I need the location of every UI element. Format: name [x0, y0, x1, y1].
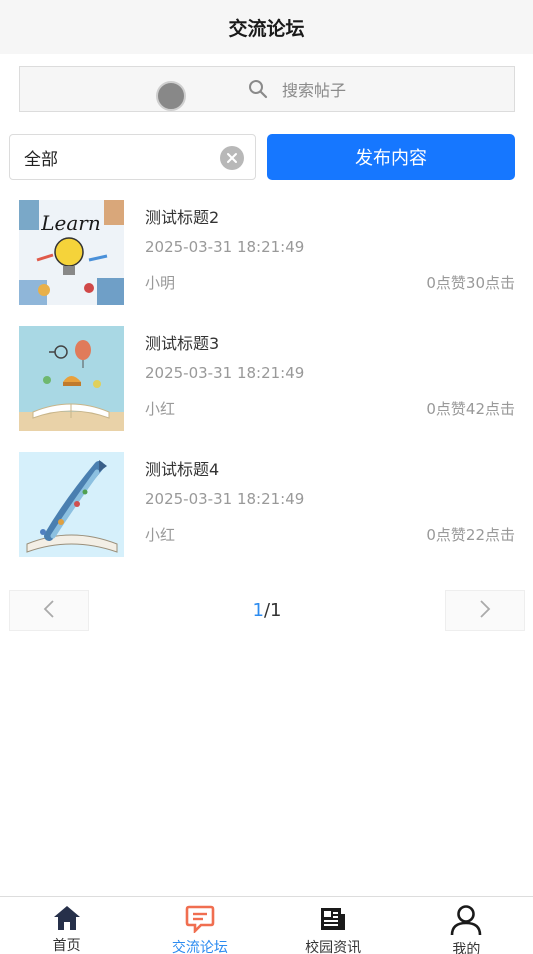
post-time: 2025-03-31 18:21:49: [145, 364, 305, 382]
post-stats: 0点赞30点击: [426, 274, 515, 292]
post-thumbnail-book-rocket[interactable]: [19, 452, 124, 557]
search-placeholder: 搜索帖子: [281, 81, 346, 100]
tab-profile[interactable]: 我的: [400, 897, 533, 954]
post-thumbnail-learn[interactable]: Learn: [19, 200, 124, 305]
filter-row: 全部 发布内容: [9, 134, 515, 180]
current-page: 1: [252, 600, 264, 621]
tab-home[interactable]: 首页: [0, 897, 133, 954]
post-stats: 0点赞22点击: [426, 526, 515, 544]
post-author: 小明: [145, 274, 176, 292]
post-stats: 0点赞42点击: [426, 400, 515, 418]
post-thumbnail-book-balloon[interactable]: [19, 326, 124, 431]
category-value: 全部: [24, 149, 58, 170]
tab-label: 校园资讯: [305, 940, 362, 954]
tab-forum[interactable]: 交流论坛: [133, 897, 266, 954]
post-item[interactable]: Learn 测试标题2 2025-03-31 18:21:49 小明 0点赞30…: [19, 200, 515, 326]
tab-campus-news[interactable]: 校园资讯: [267, 897, 400, 954]
page-title: 交流论坛: [228, 17, 305, 40]
app-header: 交流论坛: [0, 0, 533, 54]
total-pages: 1: [270, 600, 282, 621]
chevron-right-icon: [479, 599, 491, 623]
tab-label: 交流论坛: [171, 940, 228, 954]
post-time: 2025-03-31 18:21:49: [145, 238, 305, 256]
pagination: 1/1: [9, 590, 525, 631]
svg-text:Learn: Learn: [40, 211, 100, 235]
tab-label: 我的: [452, 942, 481, 954]
search-icon: [248, 79, 268, 99]
post-author: 小红: [145, 400, 176, 418]
next-page-button[interactable]: [445, 590, 525, 631]
post-list: Learn 测试标题2 2025-03-31 18:21:49 小明 0点赞30…: [19, 200, 515, 578]
clear-icon[interactable]: [220, 146, 244, 170]
post-item[interactable]: 测试标题4 2025-03-31 18:21:49 小红 0点赞22点击: [19, 452, 515, 578]
home-icon: [53, 905, 81, 931]
tab-label: 首页: [52, 938, 81, 954]
post-time: 2025-03-31 18:21:49: [145, 490, 305, 508]
post-item[interactable]: 测试标题3 2025-03-31 18:21:49 小红 0点赞42点击: [19, 326, 515, 452]
post-title[interactable]: 测试标题3: [145, 330, 219, 354]
search-inner: 搜索帖子: [248, 77, 346, 101]
post-title[interactable]: 测试标题4: [145, 456, 219, 480]
category-select[interactable]: 全部: [9, 134, 256, 180]
news-icon: [319, 905, 347, 933]
post-title[interactable]: 测试标题2: [145, 204, 219, 228]
search-input[interactable]: 搜索帖子: [19, 66, 515, 112]
post-author: 小红: [145, 526, 176, 544]
touch-indicator: [156, 81, 186, 111]
bottom-tab-bar: 首页 交流论坛 校园资讯 我的: [0, 896, 533, 954]
chat-icon: [185, 905, 215, 933]
user-icon: [450, 905, 482, 935]
publish-button[interactable]: 发布内容: [267, 134, 515, 180]
